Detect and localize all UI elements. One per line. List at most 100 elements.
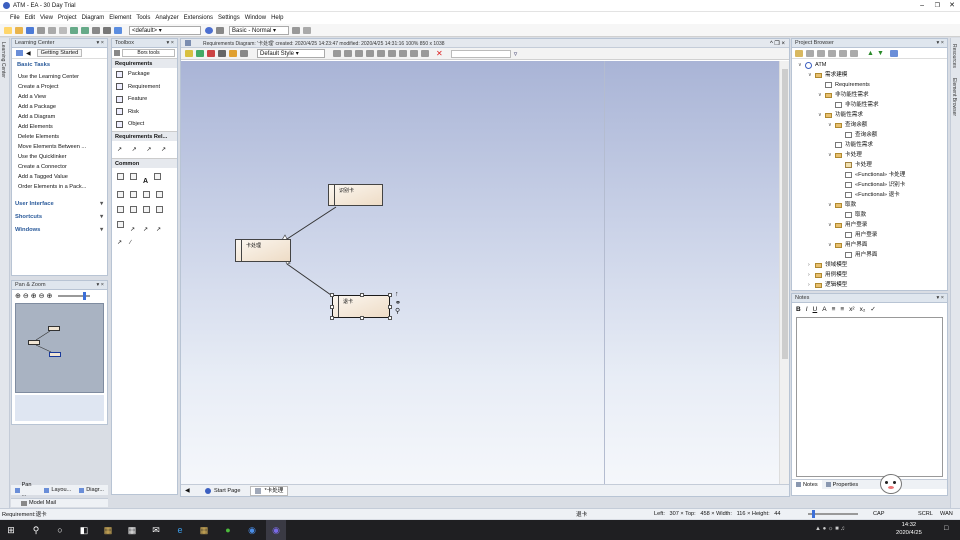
expand-toggle-icon[interactable]: ∨ — [828, 120, 835, 130]
tree-item[interactable]: Requirements — [795, 80, 947, 90]
learning-task[interactable]: Create a Project — [12, 82, 107, 92]
line-color-icon[interactable] — [196, 50, 204, 57]
group-icon[interactable] — [388, 50, 396, 57]
boundary-icon[interactable] — [130, 172, 137, 180]
menu-help[interactable]: Help — [271, 15, 283, 21]
resize-handle-tr[interactable] — [388, 293, 392, 297]
browser-menu-icon[interactable] — [850, 49, 858, 57]
expand-toggle-icon[interactable]: ∨ — [818, 110, 825, 120]
resize-handle-bm[interactable] — [360, 316, 364, 320]
find-icon[interactable] — [92, 26, 100, 34]
quicklinker-arrow-icon[interactable]: ↑ — [395, 291, 399, 298]
learning-task[interactable]: Add Elements — [12, 122, 107, 132]
format-painter-icon[interactable] — [229, 50, 237, 57]
resize-handle-tl[interactable] — [330, 293, 334, 297]
spell-check-icon[interactable]: ✓ — [870, 305, 875, 313]
tree-item[interactable]: ∨ 非功能性需求 — [795, 90, 947, 100]
taskbar-wechat-icon[interactable]: ● — [218, 520, 238, 540]
delete-icon[interactable]: ✕ — [436, 49, 443, 58]
status-zoom-slider[interactable] — [808, 510, 858, 518]
tree-item[interactable]: «Functional» 识别卡 — [795, 180, 947, 190]
menu-view[interactable]: View — [40, 15, 53, 21]
note-icon[interactable] — [117, 172, 124, 180]
cut-icon[interactable] — [37, 26, 45, 34]
learning-task[interactable]: Use the Quicklinker — [12, 152, 107, 162]
toolbox-item-feature[interactable]: Feature — [112, 93, 177, 106]
superscript-icon[interactable]: x² — [849, 306, 854, 313]
expand-toggle-icon[interactable]: ∨ — [818, 90, 825, 100]
taskbar-cortana-icon[interactable]: ○ — [50, 520, 70, 540]
quicklinker-link-icon[interactable]: ⚭ — [395, 299, 401, 307]
menu-diagram[interactable]: Diagram — [82, 15, 105, 21]
filter-icon[interactable]: ▿ — [514, 50, 518, 58]
model-mail-bar[interactable]: Model Mail — [11, 498, 108, 507]
status-zoom-thumb[interactable] — [812, 510, 815, 518]
notes-editor[interactable] — [796, 317, 943, 477]
fill-color-icon[interactable] — [185, 50, 193, 57]
learning-section[interactable]: Windows ▾ — [12, 224, 107, 237]
panel-close-icon[interactable]: ▾ × — [166, 39, 174, 48]
expand-toggle-icon[interactable]: ∨ — [828, 150, 835, 160]
brush-icon[interactable] — [240, 50, 248, 57]
taskbar-mail-icon[interactable]: ✉ — [146, 520, 166, 540]
learning-task[interactable]: Delete Elements — [12, 132, 107, 142]
zorder-icon[interactable] — [410, 50, 418, 57]
learning-center-side-tab[interactable]: Learning Center — [0, 42, 6, 78]
copy-icon[interactable] — [48, 26, 56, 34]
tree-item[interactable]: 用户登录 — [795, 230, 947, 240]
panel-close-icon[interactable]: ▾ × — [96, 39, 104, 48]
tree-item[interactable]: 查询余额 — [795, 130, 947, 140]
underline-icon[interactable]: U — [813, 306, 818, 313]
learning-task[interactable]: Add a Diagram — [12, 112, 107, 122]
perspective-icon[interactable] — [205, 26, 213, 34]
tree-item[interactable]: «Functional» 卡处理 — [795, 170, 947, 180]
subscript-icon[interactable]: x₂ — [860, 306, 866, 313]
learning-task[interactable]: Use the Learning Center — [12, 72, 107, 82]
learning-task[interactable]: Create a Connector — [12, 162, 107, 172]
browser-settings-icon[interactable] — [889, 49, 898, 57]
package-tool-icon[interactable] — [143, 205, 150, 213]
menu-settings[interactable]: Settings — [218, 15, 240, 21]
tree-item[interactable]: «Functional» 退卡 — [795, 190, 947, 200]
quicklinker-search-icon[interactable]: ⚲ — [395, 307, 400, 315]
bold-icon[interactable]: B — [796, 306, 801, 313]
menu-element[interactable]: Element — [109, 15, 131, 21]
panel-close-icon[interactable]: ▾ × — [936, 294, 944, 303]
line-width-icon[interactable] — [218, 50, 226, 57]
same-size-icon[interactable] — [377, 50, 385, 57]
vertical-scrollbar[interactable] — [779, 61, 789, 484]
resize-handle-mr[interactable] — [388, 305, 392, 309]
toolbox-item-requirement[interactable]: Requirement — [112, 81, 177, 94]
tree-item[interactable]: ∨ 查询余额 — [795, 120, 947, 130]
learning-task[interactable]: Order Elements in a Pack... — [12, 182, 107, 192]
tree-item[interactable]: › 领域模型 — [795, 260, 947, 270]
expand-toggle-icon[interactable]: ∨ — [798, 60, 805, 70]
zoom-fit-icon[interactable]: ⊕ — [31, 292, 37, 300]
tabs-scroll-left-icon[interactable]: ◀ — [185, 487, 190, 494]
browser-add-icon[interactable] — [806, 49, 814, 57]
move-down-icon[interactable]: ▼ — [877, 50, 884, 57]
learning-task[interactable]: Add a Package — [12, 102, 107, 112]
open-icon[interactable] — [15, 26, 23, 34]
tree-item[interactable]: › 用例模型 — [795, 270, 947, 280]
browser-new-icon[interactable] — [795, 49, 803, 57]
align-left-icon[interactable] — [333, 50, 341, 57]
close-icon[interactable]: ✕ — [949, 1, 955, 9]
change-icon[interactable] — [117, 220, 124, 228]
taskbar-clock[interactable]: 14:32 2020/4/25 — [896, 521, 922, 537]
tree-item[interactable]: ∨ 需求建模 — [795, 70, 947, 80]
font-color-notes-icon[interactable]: A — [822, 306, 826, 313]
windows-start-icon[interactable]: ⊞ — [0, 520, 22, 540]
notes-tab[interactable]: Notes — [792, 479, 822, 490]
getting-started-tab[interactable]: Getting Started — [36, 49, 83, 57]
connector-top[interactable] — [286, 206, 337, 240]
tree-item[interactable]: 用户界面 — [795, 250, 947, 260]
perspective-select[interactable]: <default> ▾ — [129, 25, 201, 35]
left-panel-tab[interactable]: Pan ... — [11, 482, 40, 498]
toolbox-section-common[interactable]: Common — [112, 157, 177, 168]
expand-toggle-icon[interactable]: › — [808, 260, 815, 270]
workspace-layout-icon[interactable] — [303, 26, 311, 34]
menu-window[interactable]: Window — [245, 15, 266, 21]
zoom-out-icon[interactable]: ⊖ — [23, 292, 29, 300]
taskbar-edge-icon[interactable]: e — [170, 520, 190, 540]
